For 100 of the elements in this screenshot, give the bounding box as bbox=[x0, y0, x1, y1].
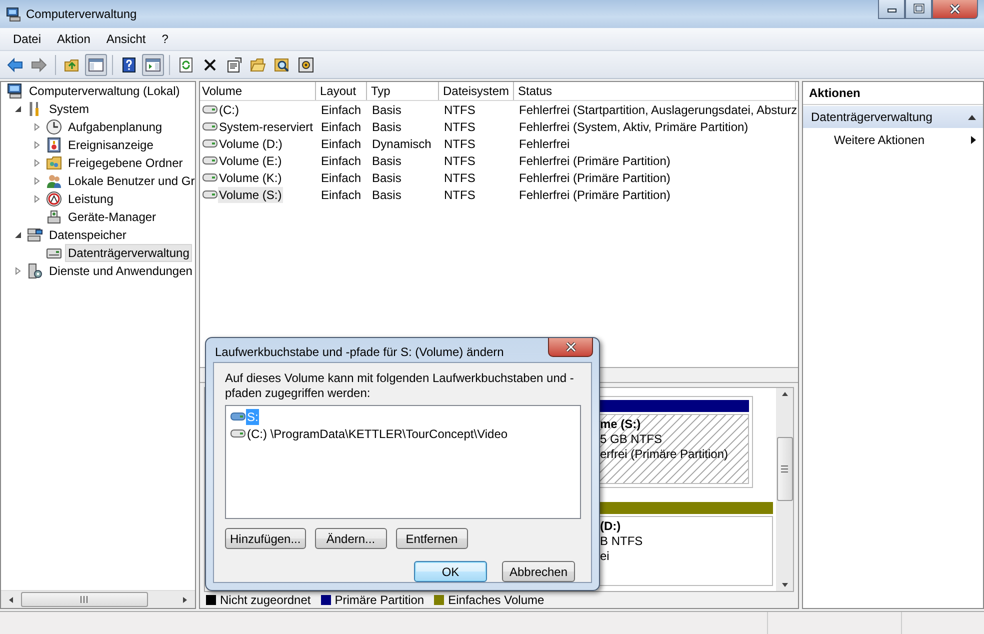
folder-up-icon bbox=[64, 56, 80, 72]
shared-folder-icon bbox=[46, 155, 62, 171]
tree-item[interactable]: System bbox=[1, 100, 195, 118]
table-cell-text: Fehlerfrei (Primäre Partition) bbox=[518, 170, 672, 184]
section-label: Datenträgerverwaltung bbox=[811, 110, 932, 124]
tree-item-label: System bbox=[48, 101, 90, 117]
close-button[interactable] bbox=[932, 0, 978, 19]
tree-item[interactable]: Freigegebene Ordner bbox=[1, 154, 195, 172]
help-icon bbox=[121, 56, 137, 72]
expand-arrow-icon[interactable] bbox=[33, 177, 41, 185]
action-label: Weitere Aktionen bbox=[834, 133, 924, 147]
table-cell-text: Einfach bbox=[320, 188, 362, 202]
expand-arrow-icon[interactable] bbox=[14, 267, 22, 275]
table-cell-text: NTFS bbox=[443, 188, 476, 202]
collapse-arrow-icon[interactable] bbox=[14, 231, 22, 239]
table-cell[interactable]: (C:) bbox=[218, 102, 240, 118]
dialog-button[interactable]: Ändern... bbox=[314, 528, 387, 549]
partition-text: ei bbox=[600, 549, 610, 564]
toolbar-button[interactable] bbox=[85, 54, 107, 76]
partition-text: me (S:) bbox=[600, 417, 642, 432]
storage-icon bbox=[27, 227, 43, 243]
tree-item-label: Datenträgerverwaltung bbox=[66, 245, 192, 261]
table-cell-text: NTFS bbox=[443, 170, 476, 184]
table-cell-text: Einfach bbox=[320, 170, 362, 184]
submenu-arrow-icon bbox=[970, 135, 977, 145]
expand-arrow-icon[interactable] bbox=[33, 141, 41, 149]
tree-item-label: Lokale Benutzer und Gr bbox=[67, 173, 195, 189]
table-cell[interactable]: System-reserviert bbox=[218, 118, 314, 134]
tree-item[interactable]: Leistung bbox=[1, 190, 195, 208]
tree-item[interactable]: Lokale Benutzer und Gr bbox=[1, 172, 195, 190]
action-item[interactable]: Weitere Aktionen bbox=[803, 128, 983, 147]
tree-item-label: Aufgabenplanung bbox=[67, 119, 164, 135]
close-icon bbox=[564, 341, 576, 353]
table-cell-text: NTFS bbox=[443, 154, 476, 168]
scrollbar-thumb[interactable] bbox=[21, 592, 148, 607]
column-header[interactable]: Layout bbox=[316, 82, 367, 100]
menu-item[interactable]: Aktion bbox=[49, 32, 98, 46]
table-cell-text: Fehlerfrei (System, Aktiv, Primäre Partition) bbox=[518, 120, 750, 134]
tree-item-label: Geräte-Manager bbox=[67, 209, 158, 225]
tree-item[interactable]: Aufgabenplanung bbox=[1, 118, 195, 136]
menu-item[interactable]: Ansicht bbox=[98, 32, 154, 46]
users-icon bbox=[46, 173, 62, 189]
tree-item-label: Freigegebene Ordner bbox=[67, 155, 184, 171]
maximize-icon bbox=[912, 3, 924, 15]
table-cell-text: Fehlerfrei bbox=[518, 136, 571, 150]
table-cell-text: Einfach bbox=[320, 102, 362, 116]
table-cell[interactable]: Volume (D:) bbox=[218, 136, 284, 152]
path-list[interactable]: S: (C:) \ProgramData\KETTLER\TourConcept\Video bbox=[225, 405, 581, 519]
column-header[interactable]: Volume bbox=[200, 82, 316, 100]
tree-item[interactable]: Computerverwaltung (Lokal) bbox=[1, 82, 195, 100]
horizontal-scrollbar[interactable] bbox=[1, 590, 195, 608]
table-cell-text: Basis bbox=[371, 102, 402, 116]
tree-item-label: Ereignisanzeige bbox=[67, 137, 154, 153]
expand-arrow-icon[interactable] bbox=[33, 123, 41, 131]
left-arrow-icon[interactable] bbox=[7, 596, 15, 604]
column-header[interactable]: Status bbox=[514, 82, 796, 100]
collapse-arrow-icon[interactable] bbox=[967, 112, 977, 122]
path-item[interactable]: (C:) \ProgramData\KETTLER\TourConcept\Video bbox=[246, 426, 509, 442]
collapse-arrow-icon[interactable] bbox=[14, 105, 22, 113]
menu-item[interactable]: Datei bbox=[5, 32, 50, 46]
right-arrow-icon[interactable] bbox=[181, 596, 189, 604]
minimize-button[interactable] bbox=[878, 0, 905, 19]
menu-item[interactable]: ? bbox=[154, 32, 176, 46]
folder-icon bbox=[250, 56, 266, 72]
tree-item[interactable]: Dienste und Anwendungen bbox=[1, 262, 195, 280]
column-header[interactable]: Dateisystem bbox=[439, 82, 514, 100]
partition-text: (D:) bbox=[600, 519, 622, 534]
vertical-scrollbar[interactable] bbox=[776, 388, 793, 591]
tree-item[interactable]: Datenspeicher bbox=[1, 226, 195, 244]
down-arrow-icon[interactable] bbox=[780, 582, 788, 588]
maximize-button[interactable] bbox=[905, 0, 932, 19]
table-cell[interactable]: Volume (K:) bbox=[218, 170, 283, 186]
expand-arrow-icon[interactable] bbox=[33, 195, 41, 203]
dialog-button[interactable]: Entfernen bbox=[396, 528, 468, 549]
scrollbar-thumb[interactable] bbox=[776, 437, 792, 501]
dialog-button[interactable]: Abbrechen bbox=[502, 561, 575, 582]
table-cell[interactable]: Volume (E:) bbox=[218, 152, 283, 168]
back-arrow-icon bbox=[7, 56, 23, 72]
expand-arrow-icon[interactable] bbox=[33, 159, 41, 167]
tree-item-label: Computerverwaltung (Lokal) bbox=[28, 83, 181, 99]
close-button[interactable] bbox=[548, 338, 593, 357]
table-cell-text: Basis bbox=[371, 120, 402, 134]
partition-block[interactable]: me (S:) 5 GB NTFS erfrei (Primäre Partition) bbox=[599, 396, 753, 488]
table-cell[interactable]: Volume (S:) bbox=[218, 186, 283, 202]
toolbar-button[interactable] bbox=[142, 54, 164, 76]
column-header[interactable]: Typ bbox=[367, 82, 439, 100]
table-cell-text: Fehlerfrei (Startpartition, Auslagerungsdatei, Absturz bbox=[518, 102, 796, 116]
refresh-icon bbox=[178, 56, 194, 72]
up-arrow-icon[interactable] bbox=[780, 391, 788, 397]
search-icon bbox=[274, 56, 290, 72]
tree-item[interactable]: Geräte-Manager bbox=[1, 208, 195, 226]
dialog-button[interactable]: OK bbox=[414, 561, 487, 582]
tree-item[interactable]: Ereignisanzeige bbox=[1, 136, 195, 154]
settings-icon bbox=[298, 56, 314, 72]
tree-item[interactable]: Datenträgerverwaltung bbox=[1, 244, 195, 262]
log-icon bbox=[46, 137, 62, 153]
table-cell-text: Basis bbox=[371, 170, 402, 184]
action-section[interactable]: Datenträgerverwaltung bbox=[803, 106, 983, 128]
dialog-button[interactable]: Hinzufügen... bbox=[225, 528, 306, 549]
computer-icon bbox=[6, 6, 22, 22]
